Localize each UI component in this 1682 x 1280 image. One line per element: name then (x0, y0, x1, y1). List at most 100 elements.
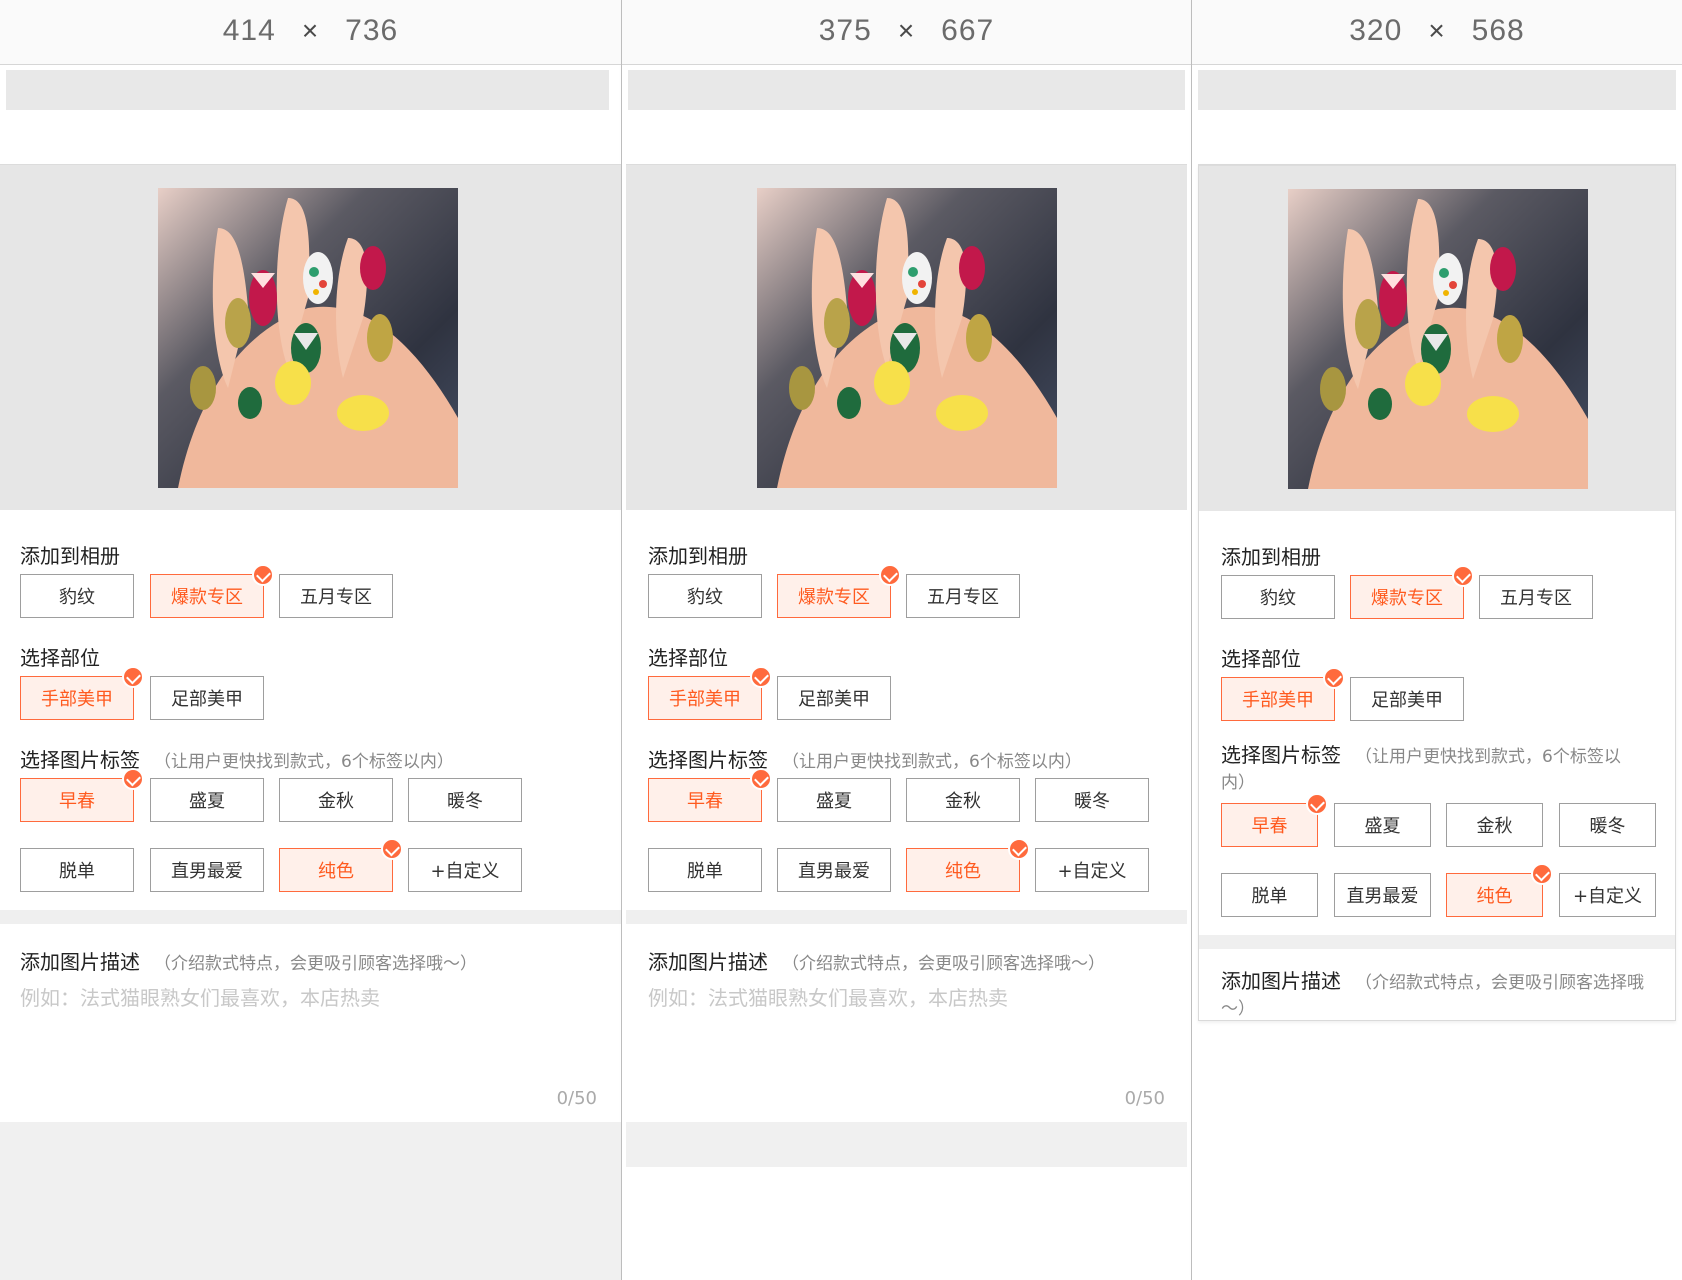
tag-chip-golden-autumn[interactable]: 金秋 (906, 778, 1020, 822)
phone-screen: 添加到相册 豹纹 爆款专区 五月专区 选择部位 手部美甲 足部美甲 选择图片标签… (1198, 164, 1676, 1021)
page-bottom-area (626, 1122, 1187, 1167)
tag-chip-golden-autumn[interactable]: 金秋 (1446, 803, 1543, 847)
tag-chip-warm-winter[interactable]: 暖冬 (408, 778, 522, 822)
check-circle-icon (879, 564, 901, 586)
phone-screen: 添加到相册 豹纹 爆款专区 五月专区 选择部位 手部美甲 足部美甲 选择图片标签… (0, 164, 621, 1280)
chip-label: 五月专区 (1500, 588, 1572, 609)
tag-section-title: 选择图片标签 （让用户更快找到款式，6个标签以内） (20, 744, 454, 773)
viewport-375: 375 × 667 添加到相册 豹纹 爆款专区 五月专区 选择部位 手部美甲 足… (622, 0, 1191, 1280)
tag-chip-straight-men[interactable]: 直男最爱 (777, 848, 891, 892)
check-circle-icon (1008, 838, 1030, 860)
viewport-width: 375 (818, 14, 872, 47)
chip-label: 五月专区 (927, 587, 999, 608)
chip-label: 纯色 (945, 861, 981, 882)
tag-title-text: 选择图片标签 (1221, 743, 1341, 767)
chip-label: 早春 (687, 791, 723, 812)
chip-label: 直男最爱 (1346, 886, 1419, 907)
tag-chip-early-spring[interactable]: 早春 (20, 768, 144, 822)
tag-chip-midsummer[interactable]: 盛夏 (150, 778, 264, 822)
chip-label: 盛夏 (189, 791, 225, 812)
chip-label: 纯色 (1476, 886, 1513, 907)
chip-label: 爆款专区 (1371, 588, 1443, 609)
photo-preview-area (0, 164, 621, 510)
desc-section-title: 添加图片描述 （介绍款式特点，会更吸引顾客选择哦～） (648, 946, 1105, 975)
chip-label: 手部美甲 (669, 689, 741, 710)
chip-label: 暖冬 (447, 791, 483, 812)
part-section-title: 选择部位 (20, 646, 100, 670)
tag-chip-custom[interactable]: +自定义 (1035, 848, 1149, 892)
address-bar[interactable] (1198, 70, 1676, 110)
check-circle-icon (1531, 863, 1553, 885)
viewport-size-label: 414 × 736 (0, 14, 621, 48)
album-chip-may[interactable]: 五月专区 (1479, 575, 1593, 619)
part-chip-hand[interactable]: 手部美甲 (1221, 667, 1345, 721)
address-bar[interactable] (628, 70, 1185, 110)
phone-screen: 添加到相册 豹纹 爆款专区 五月专区 选择部位 手部美甲 足部美甲 选择图片标签… (626, 164, 1187, 1167)
char-counter: 0/50 (1124, 1088, 1165, 1109)
tag-chip-solid[interactable]: 纯色 (906, 838, 1030, 892)
tag-chip-midsummer[interactable]: 盛夏 (777, 778, 891, 822)
nail-photo (757, 188, 1057, 488)
times-icon: × (1428, 15, 1446, 46)
album-section-title: 添加到相册 (1221, 545, 1321, 569)
check-circle-icon (1452, 565, 1474, 587)
chip-label: 脱单 (1251, 886, 1288, 907)
chip-label: 足部美甲 (171, 689, 243, 710)
tag-chip-custom[interactable]: +自定义 (408, 848, 522, 892)
nail-art-image (1288, 189, 1588, 489)
desc-textarea[interactable]: 例如：法式猫眼熟女们最喜欢，本店热卖 (648, 982, 1008, 1011)
tag-chip-early-spring[interactable]: 早春 (648, 768, 772, 822)
tag-chip-warm-winter[interactable]: 暖冬 (1035, 778, 1149, 822)
tag-chip-golden-autumn[interactable]: 金秋 (279, 778, 393, 822)
album-chip-leopard[interactable]: 豹纹 (1221, 575, 1335, 619)
viewport-414: 414 × 736 添加到相册 豹纹 爆款专区 五月专区 选择部位 手部美甲 足… (0, 0, 621, 1280)
album-chip-hot[interactable]: 爆款专区 (150, 564, 274, 618)
album-section-title: 添加到相册 (20, 544, 120, 568)
album-chip-leopard[interactable]: 豹纹 (20, 574, 134, 618)
part-chip-hand[interactable]: 手部美甲 (648, 666, 772, 720)
section-divider (0, 910, 621, 924)
chip-label: 盛夏 (1364, 816, 1401, 837)
album-chip-hot[interactable]: 爆款专区 (777, 564, 901, 618)
char-counter: 0/50 (556, 1088, 597, 1109)
tag-hint: （让用户更快找到款式，6个标签以内） (782, 752, 1082, 772)
part-chip-hand[interactable]: 手部美甲 (20, 666, 144, 720)
tag-chip-single[interactable]: 脱单 (1221, 873, 1318, 917)
album-section-title: 添加到相册 (648, 544, 748, 568)
chip-label: 手部美甲 (41, 689, 113, 710)
part-chip-foot[interactable]: 足部美甲 (1350, 677, 1464, 721)
album-chip-may[interactable]: 五月专区 (279, 574, 393, 618)
desc-textarea[interactable]: 例如：法式猫眼熟女们最喜欢，本店热卖 (20, 982, 380, 1011)
album-chip-hot[interactable]: 爆款专区 (1350, 565, 1474, 619)
check-circle-icon (1306, 793, 1328, 815)
tag-chip-single[interactable]: 脱单 (648, 848, 762, 892)
check-circle-icon (252, 564, 274, 586)
photo-preview-area (626, 164, 1187, 510)
tag-chip-warm-winter[interactable]: 暖冬 (1559, 803, 1656, 847)
tag-section-title: 选择图片标签 （让用户更快找到款式，6个标签以内） (1221, 743, 1641, 795)
tag-chip-custom[interactable]: +自定义 (1559, 873, 1656, 917)
chip-label: 脱单 (687, 861, 723, 882)
tag-chip-straight-men[interactable]: 直男最爱 (1334, 873, 1431, 917)
album-chip-may[interactable]: 五月专区 (906, 574, 1020, 618)
tag-chip-solid[interactable]: 纯色 (1446, 863, 1553, 917)
tag-chip-midsummer[interactable]: 盛夏 (1334, 803, 1431, 847)
tag-chip-solid[interactable]: 纯色 (279, 838, 403, 892)
tag-chip-single[interactable]: 脱单 (20, 848, 134, 892)
chip-label: 豹纹 (1260, 588, 1296, 609)
nail-art-image (757, 188, 1057, 488)
part-chip-foot[interactable]: 足部美甲 (777, 676, 891, 720)
times-icon: × (301, 15, 320, 46)
chip-label: 暖冬 (1589, 816, 1626, 837)
times-icon: × (897, 15, 916, 46)
tag-chip-early-spring[interactable]: 早春 (1221, 793, 1328, 847)
viewport-height: 736 (345, 14, 399, 47)
check-circle-icon (750, 666, 772, 688)
album-chip-leopard[interactable]: 豹纹 (648, 574, 762, 618)
address-bar[interactable] (6, 70, 609, 110)
chip-label: 直男最爱 (171, 861, 243, 882)
tag-chip-straight-men[interactable]: 直男最爱 (150, 848, 264, 892)
chip-label: 纯色 (318, 861, 354, 882)
part-chip-foot[interactable]: 足部美甲 (150, 676, 264, 720)
chip-label: +自定义 (430, 861, 500, 882)
